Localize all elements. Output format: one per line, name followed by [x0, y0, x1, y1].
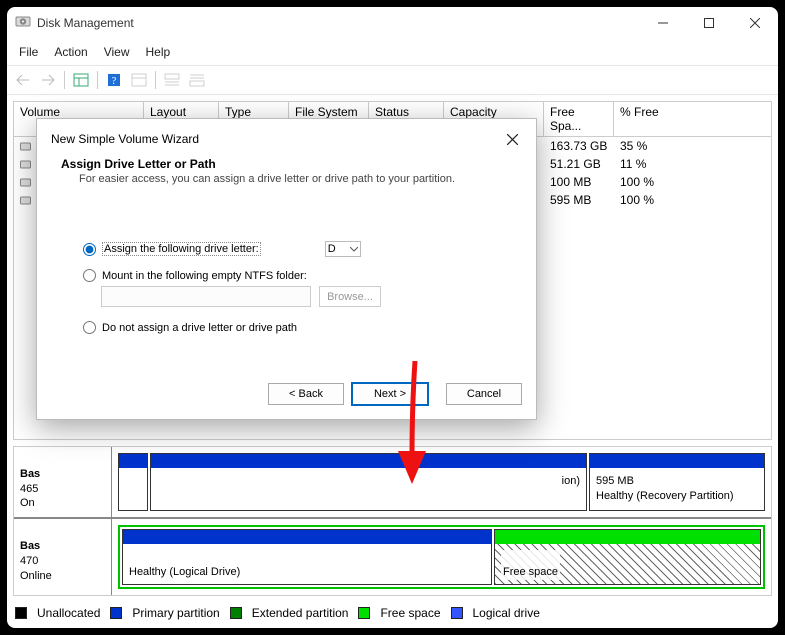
disk-header[interactable]: Bas 465 On [14, 447, 112, 518]
toolbar-list-top-icon[interactable] [160, 69, 184, 91]
partition[interactable]: ion) [150, 453, 587, 512]
back-button[interactable]: < Back [268, 383, 344, 405]
nav-forward-icon[interactable] [36, 69, 60, 91]
disk-row: Bas 465 On ion) 595 MBHealthy (Recovery … [14, 447, 771, 520]
volume-icon [20, 141, 31, 152]
wizard-dialog: New Simple Volume Wizard Assign Drive Le… [36, 118, 537, 420]
window-title: Disk Management [37, 16, 640, 30]
toolbar-detail-icon[interactable] [127, 69, 151, 91]
partition-logical[interactable]: Healthy (Logical Drive) [122, 529, 492, 585]
toolbar-help-icon[interactable]: ? [102, 69, 126, 91]
menu-help[interactable]: Help [138, 41, 179, 63]
option-assign-letter[interactable]: Assign the following drive letter: D [83, 241, 496, 257]
cancel-button[interactable]: Cancel [446, 383, 522, 405]
drive-letter-select[interactable]: D [325, 241, 361, 257]
disk-graphical-view: Bas 465 On ion) 595 MBHealthy (Recovery … [13, 446, 772, 596]
menu-action[interactable]: Action [46, 41, 95, 63]
menubar: File Action View Help [7, 39, 778, 66]
partition-free[interactable]: Free space [494, 529, 761, 585]
swatch-extended [230, 607, 242, 619]
minimize-button[interactable] [640, 7, 686, 39]
dialog-subheading: For easier access, you can assign a driv… [61, 173, 512, 185]
dialog-heading: Assign Drive Letter or Path [61, 157, 512, 171]
next-button[interactable]: Next > [352, 383, 428, 405]
disk-header[interactable]: Bas 470 Online [14, 519, 112, 595]
option-no-assign[interactable]: Do not assign a drive letter or drive pa… [83, 321, 496, 334]
mount-path-field[interactable] [101, 286, 311, 307]
maximize-button[interactable] [686, 7, 732, 39]
dialog-title: New Simple Volume Wizard [51, 132, 498, 146]
app-icon [15, 15, 31, 31]
toolbar: ? [7, 66, 778, 95]
legend: Unallocated Primary partition Extended p… [13, 602, 772, 622]
swatch-unallocated [15, 607, 27, 619]
toolbar-list-bottom-icon[interactable] [185, 69, 209, 91]
chevron-down-icon [350, 247, 358, 252]
dialog-close-icon[interactable] [498, 127, 526, 151]
toolbar-layout-icon[interactable] [69, 69, 93, 91]
menu-file[interactable]: File [11, 41, 46, 63]
titlebar: Disk Management [7, 7, 778, 39]
swatch-primary [110, 607, 122, 619]
swatch-free [358, 607, 370, 619]
extended-partition[interactable]: Healthy (Logical Drive) Free space [118, 525, 765, 589]
menu-view[interactable]: View [96, 41, 138, 63]
option-mount-folder[interactable]: Mount in the following empty NTFS folder… [83, 269, 496, 282]
partition[interactable] [118, 453, 148, 512]
radio-mount[interactable] [83, 269, 96, 282]
svg-text:?: ? [112, 75, 117, 87]
partition-recovery[interactable]: 595 MBHealthy (Recovery Partition) [589, 453, 765, 512]
browse-button: Browse... [319, 286, 381, 307]
radio-assign[interactable] [83, 243, 96, 256]
col-freespace[interactable]: Free Spa... [544, 102, 614, 136]
volume-icon [20, 159, 31, 170]
volume-icon [20, 195, 31, 206]
close-button[interactable] [732, 7, 778, 39]
col-pctfree[interactable]: % Free [614, 102, 771, 136]
radio-none[interactable] [83, 321, 96, 334]
disk-row: Bas 470 Online Healthy (Logical Drive) F… [14, 519, 771, 595]
volume-icon [20, 177, 31, 188]
nav-back-icon[interactable] [11, 69, 35, 91]
swatch-logical [451, 607, 463, 619]
